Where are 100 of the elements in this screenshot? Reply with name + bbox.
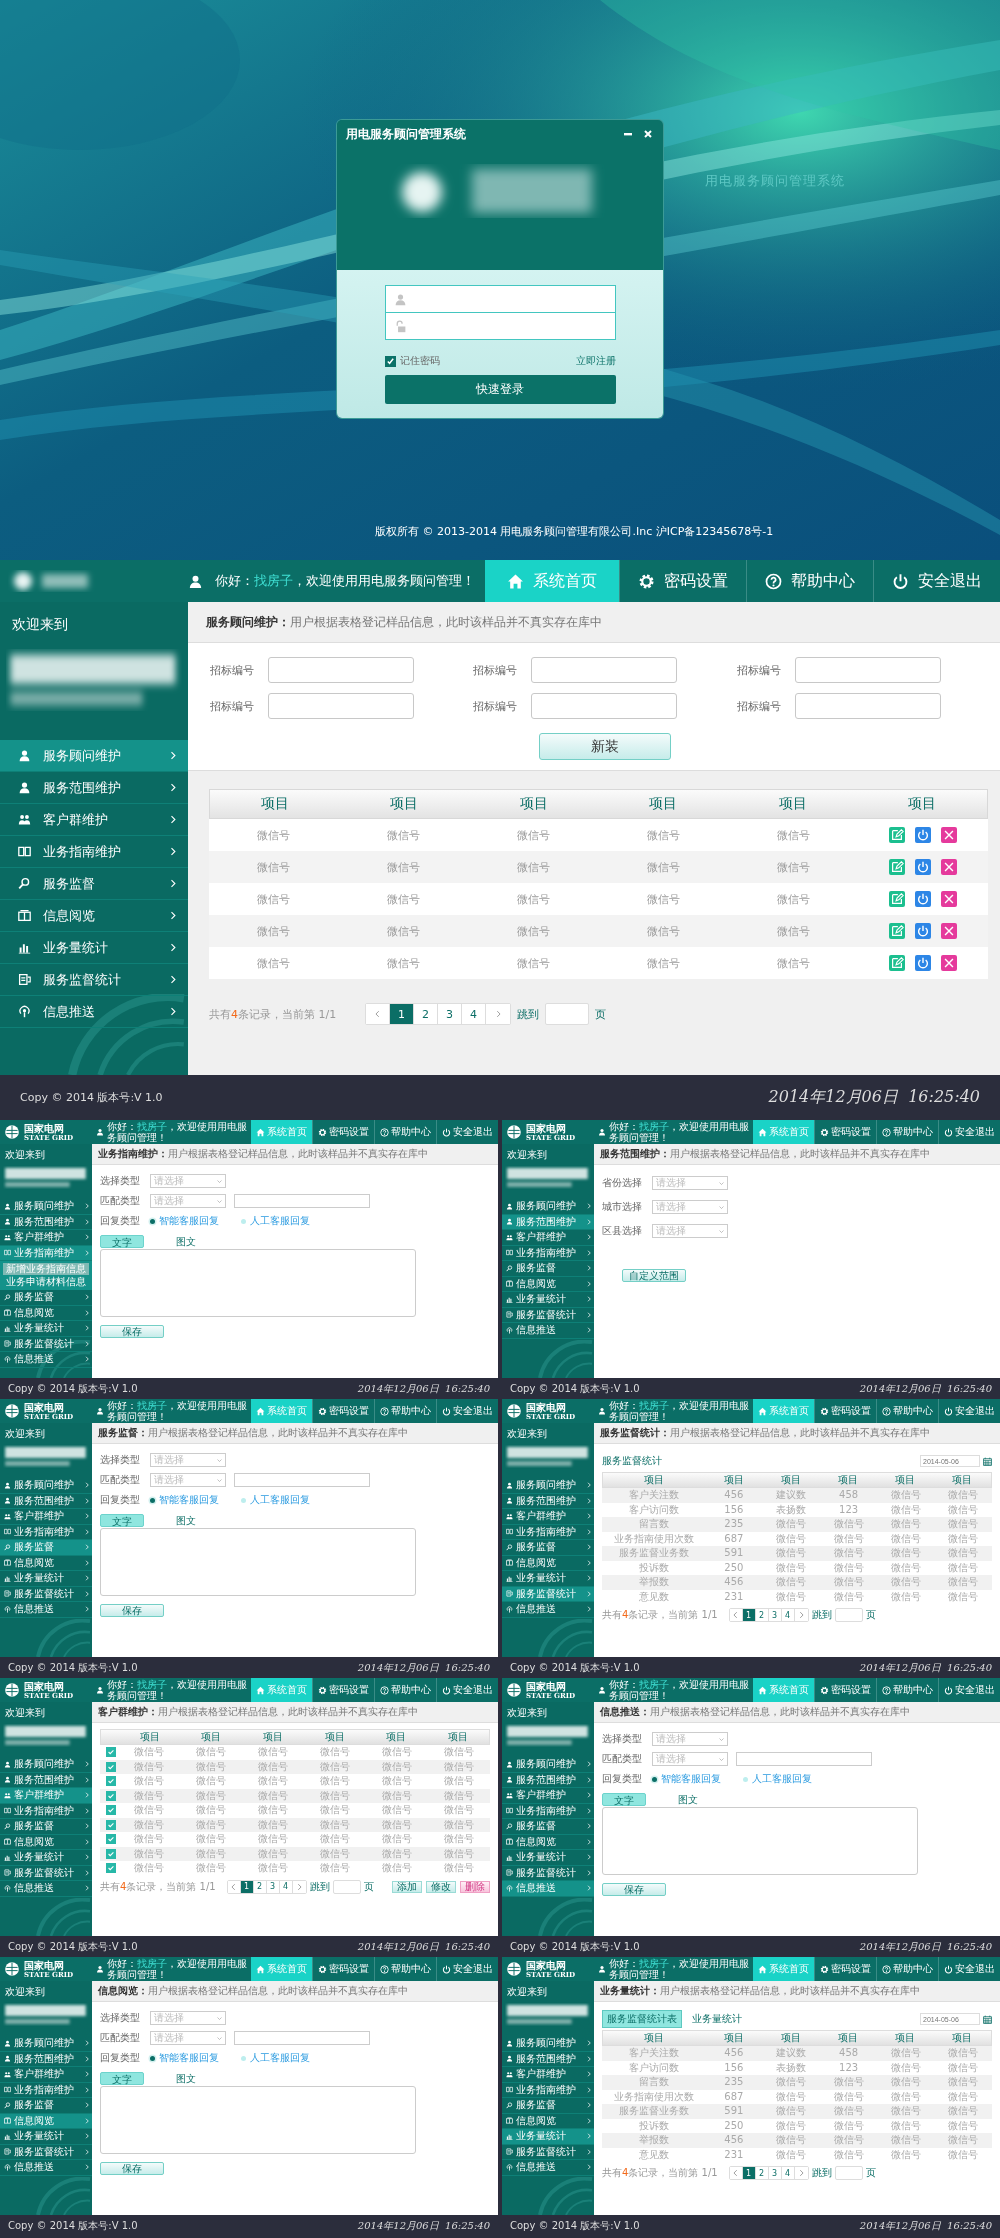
page-field[interactable] <box>545 1003 589 1025</box>
delete-button[interactable] <box>941 923 958 939</box>
power-button[interactable] <box>915 859 932 875</box>
greeting-text: 你好：找房子，欢迎使用用电服务顾问管理！ <box>107 1121 247 1143</box>
tab[interactable]: 图文 <box>666 1793 710 1806</box>
checkbox[interactable] <box>106 1863 116 1874</box>
sidebar-item[interactable]: 服务监督 <box>0 1540 92 1556</box>
tab[interactable]: 文字 <box>100 1514 144 1527</box>
page-description: 业务指南维护：用户根据表格登记样品信息，此时该样品并不真实存在库中 <box>98 1147 428 1161</box>
edit-button[interactable] <box>889 955 906 971</box>
edit-button[interactable] <box>889 859 906 875</box>
save-button[interactable]: 保存 <box>100 2162 164 2175</box>
tab[interactable]: 文字 <box>602 1793 646 1806</box>
user-link[interactable]: 找房子 <box>639 1679 669 1690</box>
radio-option[interactable]: 人工客服回复 <box>743 1772 826 1786</box>
delete-button[interactable] <box>941 955 958 971</box>
delete-button[interactable] <box>941 859 958 875</box>
chevron-right-icon <box>85 1559 89 1566</box>
radio-option[interactable]: 人工客服回复 <box>241 2051 324 2065</box>
edit-button[interactable] <box>889 923 906 939</box>
text-field[interactable] <box>531 657 678 683</box>
previous-page-button[interactable] <box>729 1609 743 1621</box>
user-link[interactable]: 找房子 <box>137 1958 167 1969</box>
tab[interactable]: 文字 <box>100 2072 144 2085</box>
checkbox[interactable] <box>106 1819 116 1830</box>
delete-button[interactable] <box>941 891 958 907</box>
previous-page-button[interactable] <box>729 2167 743 2179</box>
page-field[interactable] <box>332 1879 361 1894</box>
previous-page-button[interactable] <box>227 1880 241 1893</box>
text-area[interactable] <box>100 1528 416 1596</box>
user-link[interactable]: 找房子 <box>254 573 293 588</box>
tab[interactable]: 文字 <box>100 1235 144 1248</box>
checkbox[interactable] <box>106 1747 116 1758</box>
text-field[interactable] <box>234 1194 370 1208</box>
save-button[interactable]: 保存 <box>602 1883 666 1896</box>
power-button[interactable] <box>915 827 932 843</box>
save-button[interactable]: 保存 <box>100 1604 164 1617</box>
user-link[interactable]: 找房子 <box>639 1400 669 1411</box>
settings-icon <box>318 1685 327 1695</box>
power-button[interactable] <box>915 891 932 907</box>
sidebar-item[interactable]: 业务量统计 <box>502 2129 594 2145</box>
text-field[interactable] <box>794 657 941 683</box>
user-link[interactable]: 找房子 <box>137 1679 167 1690</box>
radio-option[interactable]: 人工客服回复 <box>241 1493 324 1507</box>
page-field[interactable] <box>834 1608 863 1622</box>
register-link[interactable]: 立即注册 <box>575 354 616 368</box>
sidebar-item[interactable]: 服务顾问维护 <box>0 740 188 772</box>
user-link[interactable]: 找房子 <box>639 1958 669 1969</box>
text-area[interactable] <box>100 1249 416 1317</box>
radio-option[interactable]: 智能客服回复 <box>150 1214 233 1228</box>
checkbox[interactable] <box>106 1805 116 1816</box>
sidebar-item[interactable]: 信息推送 <box>502 1881 594 1897</box>
radio-option[interactable]: 智能客服回复 <box>150 2051 233 2065</box>
power-button[interactable] <box>915 955 932 971</box>
action-button[interactable]: 添加 <box>392 1880 422 1893</box>
user-link[interactable]: 找房子 <box>639 1121 669 1132</box>
action-button[interactable]: 删除 <box>460 1880 490 1893</box>
checkbox[interactable] <box>106 1761 116 1772</box>
text-field[interactable] <box>234 2031 370 2045</box>
power-button[interactable] <box>915 923 932 939</box>
person-icon <box>4 2039 11 2047</box>
radio-option[interactable]: 智能客服回复 <box>150 1493 233 1507</box>
text-field[interactable] <box>268 657 414 683</box>
search-icon <box>4 1543 11 1551</box>
edit-button[interactable] <box>889 891 906 907</box>
text-area[interactable] <box>100 2086 416 2154</box>
text-field[interactable] <box>234 1473 370 1487</box>
action-button[interactable]: 修改 <box>426 1880 456 1893</box>
tab[interactable]: 图文 <box>164 2072 208 2085</box>
tab[interactable]: 图文 <box>164 1514 208 1527</box>
delete-button[interactable] <box>941 827 958 843</box>
text-field[interactable] <box>268 693 414 719</box>
save-button[interactable]: 保存 <box>100 1325 164 1338</box>
add-button[interactable]: 新装 <box>539 733 671 760</box>
text-field[interactable] <box>794 693 941 719</box>
radio-option[interactable]: 智能客服回复 <box>652 1772 735 1786</box>
sidebar-item[interactable]: 客户群维护 <box>0 1788 92 1804</box>
table-cell-text: 微信号 <box>775 2091 808 2102</box>
tab[interactable]: 服务监督统计表 <box>602 2010 682 2028</box>
checkbox[interactable] <box>106 1848 116 1859</box>
previous-page-button[interactable] <box>366 1004 390 1024</box>
checkbox[interactable] <box>106 1790 116 1801</box>
checkbox[interactable] <box>106 1834 116 1845</box>
checkbox[interactable] <box>106 1776 116 1787</box>
text-field[interactable] <box>531 693 678 719</box>
page-field[interactable] <box>834 2166 863 2180</box>
text-area[interactable] <box>602 1807 918 1875</box>
tab[interactable]: 业务量统计 <box>688 2010 746 2028</box>
submenu-item[interactable]: 业务申请材料信息 <box>3 1276 89 1288</box>
column-header: 项目 <box>780 2031 803 2045</box>
edit-button[interactable] <box>889 827 906 843</box>
radio-option[interactable]: 人工客服回复 <box>241 1214 324 1228</box>
tab[interactable]: 图文 <box>164 1235 208 1248</box>
user-link[interactable]: 找房子 <box>137 1121 167 1132</box>
login-button[interactable]: 快速登录 <box>384 375 616 404</box>
remember-checkbox[interactable]: 记住密码 <box>384 354 440 368</box>
custom-range-button[interactable]: 自定义范围 <box>622 1269 686 1282</box>
page-button[interactable]: 1 <box>390 1004 414 1024</box>
user-link[interactable]: 找房子 <box>137 1400 167 1411</box>
text-field[interactable] <box>736 1752 872 1766</box>
